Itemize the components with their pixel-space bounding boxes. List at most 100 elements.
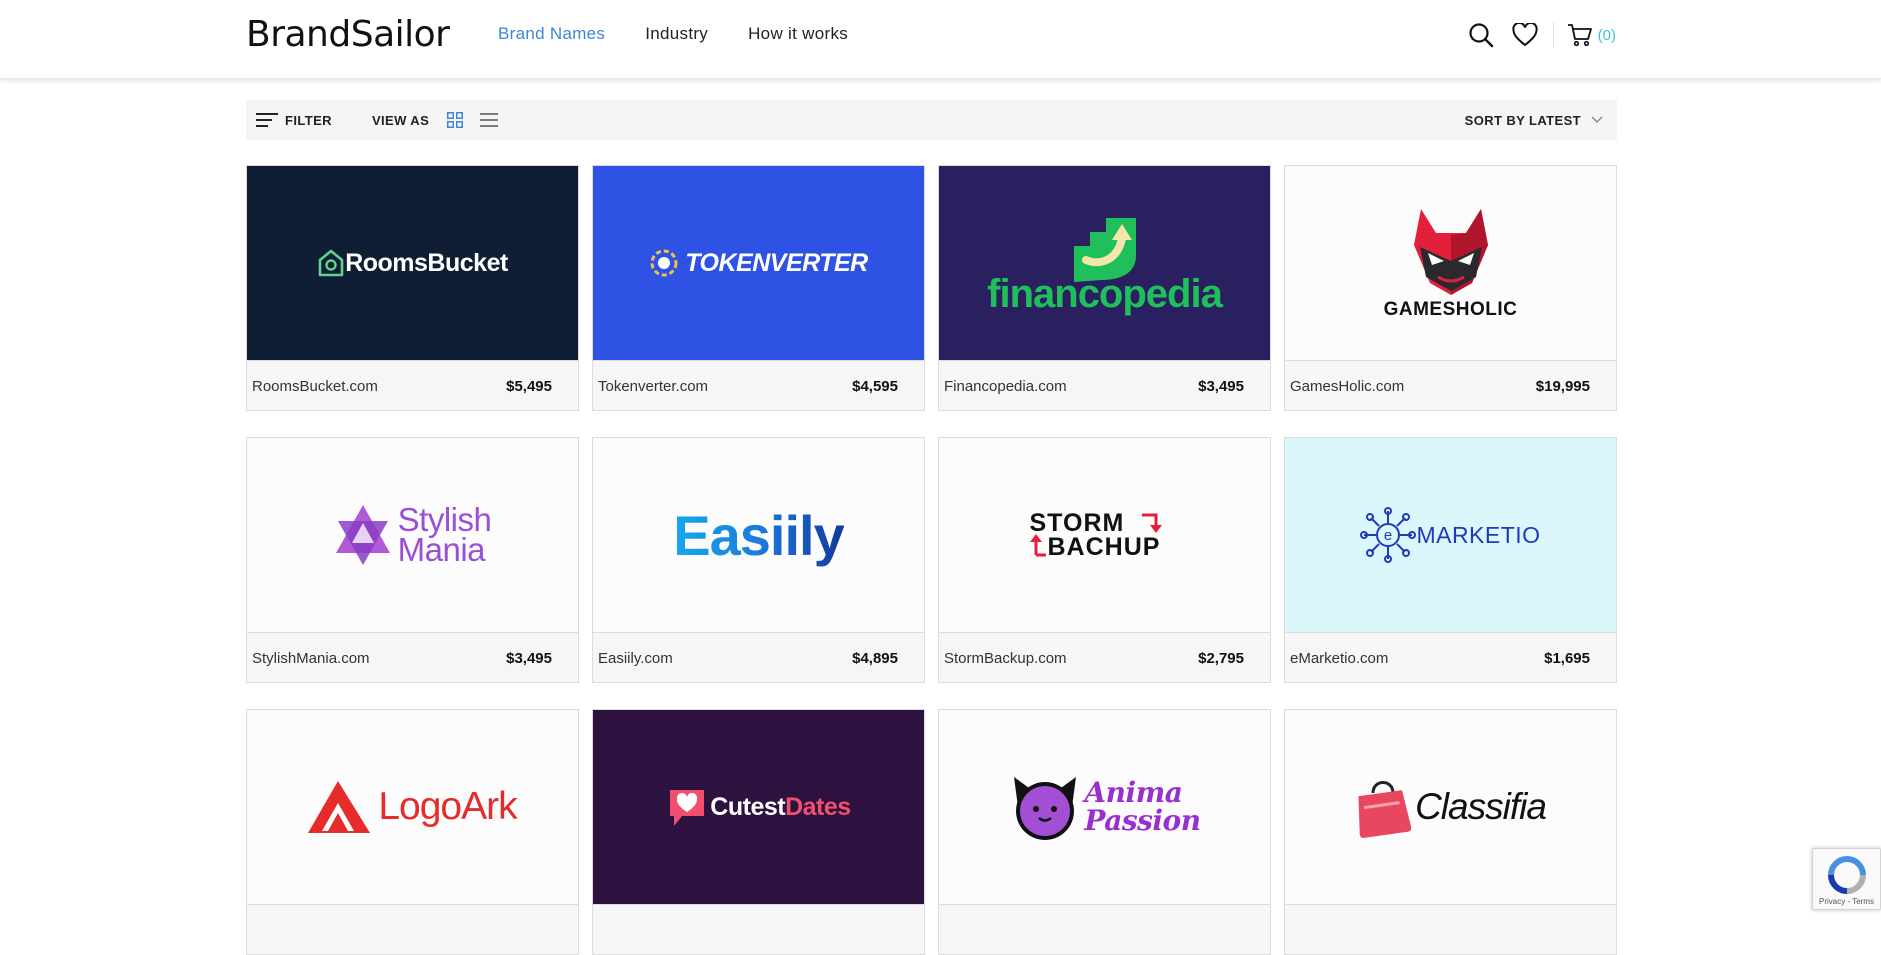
listing-footer: GamesHolic.com $19,995	[1285, 360, 1616, 410]
listing-footer: StylishMania.com $3,495	[247, 632, 578, 682]
sort-dropdown[interactable]: SORT BY LATEST	[1465, 113, 1603, 128]
site-header: BrandSailor Brand Names Industry How it …	[0, 0, 1881, 79]
token-icon	[650, 249, 678, 277]
listing-footer: Financopedia.com $3,495	[939, 360, 1270, 410]
listing-logo-image: CutestDates	[593, 710, 924, 904]
listing-card[interactable]: GAMESHOLIC GamesHolic.com $19,995	[1284, 165, 1617, 411]
listing-logo-image: LogoArk	[247, 710, 578, 904]
listing-card[interactable]: Easiily Easiily.com $4,895	[592, 437, 925, 683]
logo-text: CutestDates	[710, 792, 851, 821]
listing-logo-image: financopedia	[939, 166, 1270, 360]
logo-text-line2: Mania	[397, 531, 486, 568]
logo-text: LogoArk	[378, 785, 517, 828]
listing-logo-image: Stylish Mania	[247, 438, 578, 632]
listing-logo-image: RoomsBucket	[247, 166, 578, 360]
listing-grid: RoomsBucket RoomsBucket.com $5,495 TOKEN…	[246, 165, 1618, 955]
listing-card[interactable]: Anima Passion	[938, 709, 1271, 955]
arrow-up-icon	[1029, 534, 1046, 557]
chevron-down-icon	[1591, 116, 1603, 123]
listing-name[interactable]: RoomsBucket.com	[252, 378, 378, 395]
arrow-down-icon	[1141, 513, 1162, 533]
listing-name[interactable]: Tokenverter.com	[598, 378, 708, 395]
listing-logo-image: Anima Passion	[939, 710, 1270, 904]
filter-button[interactable]: FILTER	[256, 112, 332, 128]
nav-how-it-works[interactable]: How it works	[748, 24, 848, 44]
listing-card[interactable]: TOKENVERTER Tokenverter.com $4,595	[592, 165, 925, 411]
listing-logo-image: GAMESHOLIC	[1285, 166, 1616, 360]
grid-view-icon[interactable]	[443, 108, 467, 132]
listing-footer: eMarketio.com $1,695	[1285, 632, 1616, 682]
logo-text: MARKETIO	[1416, 521, 1541, 548]
listing-logo-image: STORM BACHUP	[939, 438, 1270, 632]
view-as-label: VIEW AS	[371, 112, 430, 128]
recaptcha-badge[interactable]: Privacy - Terms	[1812, 848, 1881, 910]
recaptcha-icon	[1828, 856, 1866, 894]
listing-card[interactable]: financopedia Financopedia.com $3,495	[938, 165, 1271, 411]
logo-text: financopedia	[987, 271, 1223, 316]
listing-footer: Tokenverter.com $4,595	[593, 360, 924, 410]
listing-price: $3,495	[506, 649, 552, 667]
listing-price: $19,995	[1535, 377, 1590, 395]
listing-price: $4,595	[852, 377, 898, 395]
listing-logo-image: Classifia	[1285, 710, 1616, 904]
site-logo[interactable]: BrandSailor	[246, 14, 450, 55]
listing-logo-image: TOKENVERTER	[593, 166, 924, 360]
listing-footer	[1285, 904, 1616, 954]
logo-text: TOKENVERTER	[685, 248, 868, 277]
network-node-icon: e	[1360, 507, 1417, 563]
main-nav: Brand Names Industry How it works	[498, 24, 848, 44]
listing-name[interactable]: StylishMania.com	[252, 650, 370, 667]
listing-name[interactable]: GamesHolic.com	[1290, 378, 1404, 395]
listing-price: $1,695	[1544, 649, 1590, 667]
logo-text: Classifia	[1415, 786, 1547, 827]
nav-industry[interactable]: Industry	[645, 24, 708, 44]
svg-text:e: e	[1384, 527, 1392, 544]
list-view-icon[interactable]	[477, 108, 501, 132]
heart-icon[interactable]	[1509, 20, 1541, 50]
listing-price: $2,795	[1198, 649, 1244, 667]
listing-card[interactable]: STORM BACHUP StormBackup.com $2,795	[938, 437, 1271, 683]
nav-brand-names[interactable]: Brand Names	[498, 24, 605, 44]
listing-card[interactable]: CutestDates	[592, 709, 925, 955]
cat-face-icon	[1014, 777, 1077, 840]
listing-card[interactable]: Stylish Mania StylishMania.com $3,495	[246, 437, 579, 683]
listing-footer	[593, 904, 924, 954]
listing-toolbar: FILTER VIEW AS SORT BY LATEST	[246, 100, 1617, 140]
listing-footer: StormBackup.com $2,795	[939, 632, 1270, 682]
listing-price: $4,895	[852, 649, 898, 667]
listing-card[interactable]: e MARKETIO eMarketio.com $1,695	[1284, 437, 1617, 683]
listing-name[interactable]: StormBackup.com	[944, 650, 1067, 667]
header-divider	[1552, 22, 1554, 48]
listing-name[interactable]: eMarketio.com	[1290, 650, 1388, 667]
listing-footer	[939, 904, 1270, 954]
view-as: VIEW AS	[372, 108, 511, 132]
header-actions: (0)	[1465, 20, 1616, 50]
heart-chat-icon	[670, 790, 705, 826]
home-pin-icon	[318, 249, 344, 277]
filter-icon	[256, 113, 278, 127]
listing-footer: RoomsBucket.com $5,495	[247, 360, 578, 410]
logo-text-line1: Anima	[1084, 776, 1183, 809]
logo-text-line2: Passion	[1084, 804, 1201, 837]
logo-text: RoomsBucket	[345, 248, 508, 277]
listing-card[interactable]: Classifia	[1284, 709, 1617, 955]
listing-footer	[247, 904, 578, 954]
logo-text-line2: BACHUP	[1047, 533, 1161, 561]
search-icon[interactable]	[1465, 20, 1497, 50]
devil-mask-icon	[1413, 209, 1488, 295]
listing-footer: Easiily.com $4,895	[593, 632, 924, 682]
logo-text: GAMESHOLIC	[1383, 299, 1518, 320]
recaptcha-text[interactable]: Privacy - Terms	[1819, 897, 1874, 906]
cart-icon[interactable]	[1564, 20, 1596, 50]
listing-logo-image: Easiily	[593, 438, 924, 632]
shopping-bag-icon	[1358, 781, 1412, 838]
logo-text: Easiily	[673, 503, 844, 567]
cart-count[interactable]: (0)	[1598, 27, 1616, 44]
listing-logo-image: e MARKETIO	[1285, 438, 1616, 632]
sort-label: SORT BY LATEST	[1464, 112, 1581, 128]
listing-name[interactable]: Easiily.com	[598, 650, 673, 667]
listing-price: $3,495	[1198, 377, 1244, 395]
listing-card[interactable]: LogoArk	[246, 709, 579, 955]
listing-card[interactable]: RoomsBucket RoomsBucket.com $5,495	[246, 165, 579, 411]
listing-name[interactable]: Financopedia.com	[944, 378, 1067, 395]
